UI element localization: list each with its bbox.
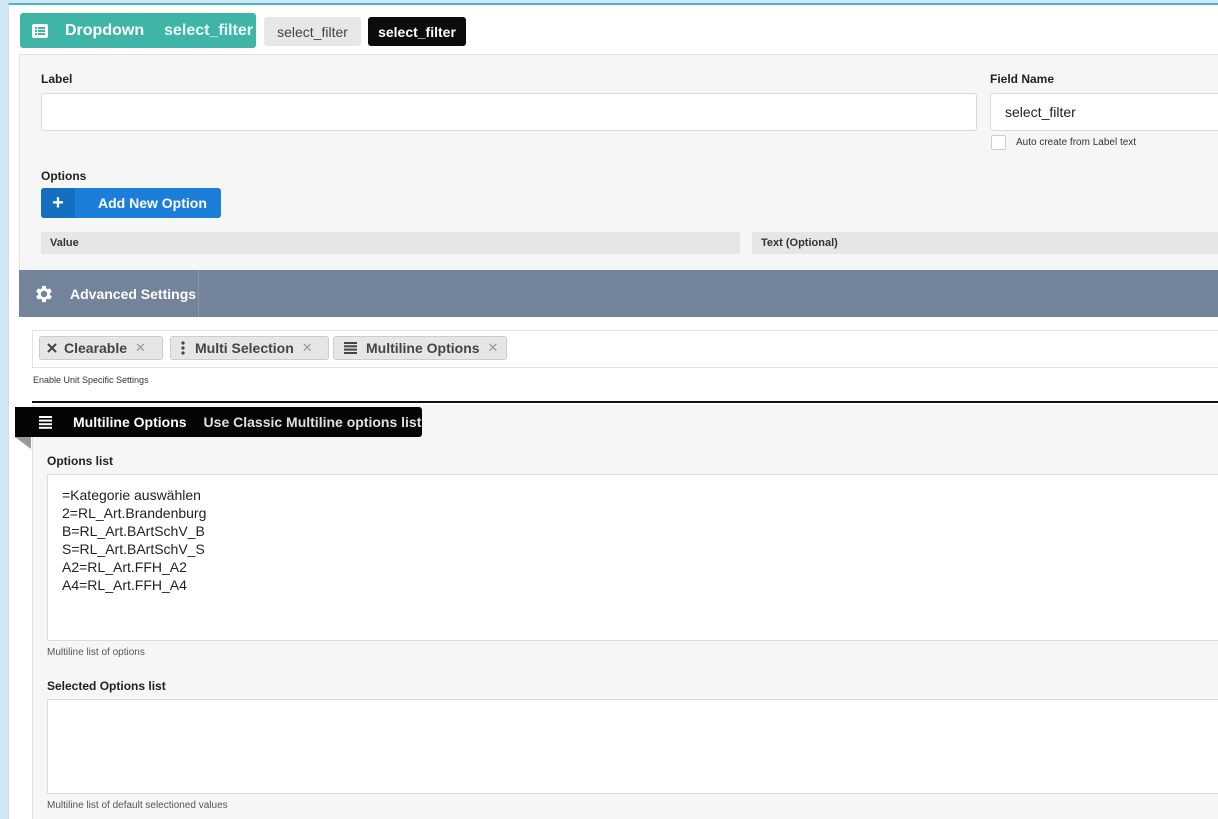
options-list-line: 2=RL_Art.Brandenburg	[62, 505, 207, 521]
column-header-value: Value	[41, 232, 740, 254]
chip-clearable-label: Clearable	[64, 340, 128, 356]
lines-icon	[334, 342, 366, 354]
auto-create-label: Auto create from Label text	[1016, 137, 1137, 148]
field-name-tag-gray[interactable]: select_filter	[264, 17, 361, 46]
options-list-line: A4=RL_Art.FFH_A4	[62, 577, 187, 593]
chip-multiline-options-label: Multiline Options	[366, 340, 480, 356]
field-name-input[interactable]: select_filter	[990, 93, 1218, 131]
chip-clearable-remove-icon[interactable]: ✕	[135, 340, 146, 356]
gear-icon	[33, 283, 59, 305]
label-title: Label	[41, 72, 73, 86]
options-list-textarea[interactable]: =Kategorie auswählen 2=RL_Art.Brandenbur…	[47, 474, 1218, 641]
chip-multi-selection[interactable]: Multi Selection ✕	[170, 336, 329, 360]
section-divider	[32, 401, 1218, 403]
options-title: Options	[41, 169, 87, 183]
field-name-tag-black[interactable]: select_filter	[368, 17, 466, 46]
options-list-title: Options list	[47, 454, 113, 468]
multiline-options-tab[interactable]: Multiline Options Use Classic Multiline …	[15, 407, 422, 437]
editor-frame: Dropdown select_filter select_filter sel…	[8, 3, 1218, 819]
x-icon	[40, 343, 64, 353]
multiline-tab-title: Multiline Options	[73, 414, 187, 430]
add-new-option-label: Add New Option	[98, 195, 207, 211]
list-icon	[20, 23, 60, 38]
selected-options-hint: Multiline list of default selectioned va…	[47, 800, 228, 811]
tab-fold-corner	[15, 437, 31, 449]
chip-multiline-options-remove-icon[interactable]: ✕	[488, 340, 499, 356]
selected-options-title: Selected Options list	[47, 679, 166, 693]
chip-multi-selection-label: Multi Selection	[195, 340, 294, 356]
chip-multi-selection-remove-icon[interactable]: ✕	[302, 340, 313, 356]
field-type-label: Dropdown	[65, 21, 145, 39]
advanced-settings-title: Advanced Settings	[70, 285, 197, 302]
options-list-line: B=RL_Art.BArtSchV_B	[62, 523, 205, 539]
vertical-dots-icon	[171, 341, 195, 355]
options-list-line: A2=RL_Art.FFH_A2	[62, 559, 187, 575]
plus-icon: +	[41, 188, 75, 218]
options-list-line: S=RL_Art.BArtSchV_S	[62, 541, 205, 557]
lines-icon	[39, 415, 65, 429]
basic-settings-panel: Label Field Name select_filter Auto crea…	[19, 54, 1218, 271]
auto-create-checkbox[interactable]	[991, 135, 1006, 150]
field-type-name: select_filter	[164, 21, 254, 39]
chip-clearable[interactable]: Clearable ✕	[39, 336, 163, 360]
field-name-title: Field Name	[990, 72, 1055, 86]
options-list-line: =Kategorie auswählen	[62, 487, 201, 503]
selected-options-textarea[interactable]	[47, 699, 1218, 794]
options-list-hint: Multiline list of options	[47, 647, 145, 658]
chip-multiline-options[interactable]: Multiline Options ✕	[333, 336, 507, 360]
multiline-tab-subtitle: Use Classic Multiline options list	[203, 414, 422, 430]
column-header-text: Text (Optional)	[752, 232, 1218, 254]
label-input[interactable]	[41, 93, 977, 131]
advanced-settings-bar[interactable]: Advanced Settings	[19, 270, 1218, 317]
add-new-option-button[interactable]: + Add New Option	[41, 188, 221, 218]
unit-settings-hint: Enable Unit Specific Settings	[33, 375, 149, 385]
advanced-bar-divider	[198, 270, 199, 317]
field-type-tag[interactable]: Dropdown select_filter	[20, 13, 256, 48]
